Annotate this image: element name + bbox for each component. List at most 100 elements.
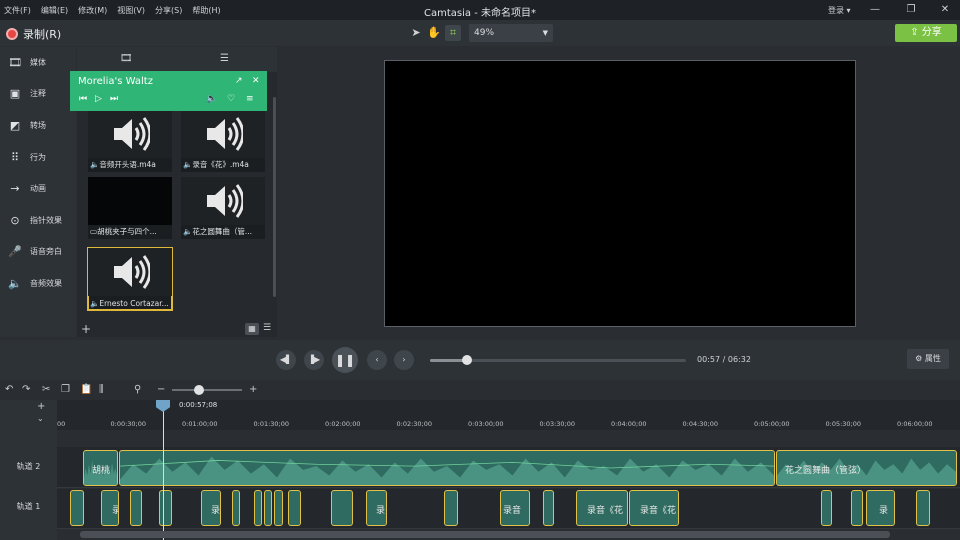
audio-clip[interactable]: 录 <box>866 490 895 526</box>
redo-icon[interactable]: ↷ <box>22 384 30 395</box>
audio-clip[interactable] <box>851 490 863 526</box>
nav-item-animations[interactable]: → 动画 <box>0 173 76 203</box>
restore-button[interactable]: ❐ <box>904 3 918 17</box>
next-track-icon[interactable]: ⏭ <box>110 94 118 104</box>
volume-icon[interactable]: 🔈 <box>206 94 217 104</box>
share-button[interactable]: ⇪ 分享 <box>895 24 957 42</box>
heart-icon[interactable]: ♡ <box>227 94 235 104</box>
bin-item[interactable]: ▭胡桃夹子与四个... <box>88 177 172 239</box>
share-icon: ⇪ <box>910 27 922 38</box>
bin-scrollbar[interactable] <box>273 97 276 297</box>
toolbar: 录制(R) ➤ ✋ ⌗ 49% ▼ ⇪ 分享 <box>0 20 960 46</box>
close-button[interactable]: ✕ <box>938 3 952 17</box>
previous-marker-icon[interactable]: ‹ <box>367 350 387 370</box>
menu-modify[interactable]: 修改(M) <box>78 5 107 16</box>
audio-clip[interactable]: 录 <box>201 490 221 526</box>
undo-icon[interactable]: ↶ <box>5 384 13 395</box>
nav-item-cursor-effects[interactable]: ⊙ 指针效果 <box>0 205 76 235</box>
nav-item-transitions[interactable]: ◩ 转场 <box>0 110 76 140</box>
bin-item[interactable]: 🔈音频开头语.m4a <box>88 110 172 172</box>
clip-label: 花之圆舞曲（管弦） <box>785 466 867 476</box>
timeline-zoom-handle[interactable] <box>194 385 204 395</box>
menu-edit[interactable]: 编辑(E) <box>41 5 68 16</box>
audio-clip[interactable] <box>444 490 458 526</box>
audio-clip[interactable]: 录音《花 <box>629 490 679 526</box>
nav-item-media[interactable]: 🎞 媒体 <box>0 47 76 77</box>
audio-clip[interactable]: 录音 <box>500 490 530 526</box>
audio-clip[interactable]: 录 <box>366 490 387 526</box>
nav-item-voice-narration[interactable]: 🎤 语音旁白 <box>0 236 76 266</box>
menu-view[interactable]: 视图(V) <box>117 5 145 16</box>
track-1-label[interactable]: 轨道 1 <box>0 501 57 512</box>
pan-tool-icon[interactable]: ✋ <box>426 25 442 41</box>
audio-clip[interactable]: 录音《花 <box>576 490 628 526</box>
chevron-down-icon[interactable]: ⌄ <box>37 414 44 423</box>
scrubber-handle[interactable] <box>462 355 473 365</box>
audio-clip[interactable]: 录 <box>101 490 119 526</box>
add-track-icon[interactable]: + <box>37 401 45 412</box>
split-icon[interactable]: ⫼ <box>99 384 104 395</box>
cut-icon[interactable]: ✂ <box>42 384 50 395</box>
nav-item-annotations[interactable]: ▣ 注释 <box>0 78 76 108</box>
zoom-in-icon[interactable]: + <box>249 384 257 395</box>
media-bin-tab-icon[interactable]: 🎞 <box>120 53 133 64</box>
track-2-label[interactable]: 轨道 2 <box>0 461 57 472</box>
audio-clip[interactable] <box>543 490 554 526</box>
nav-item-behaviors[interactable]: ⠿ 行为 <box>0 142 76 172</box>
ruler-tick-label: 0:02:00;00 <box>325 420 361 428</box>
audio-clip[interactable] <box>130 490 142 526</box>
zoom-out-icon[interactable]: − <box>157 384 165 395</box>
audio-clip[interactable] <box>821 490 832 526</box>
step-back-icon[interactable]: ◀▌ <box>276 350 296 370</box>
bin-item[interactable]: 🔈花之圆舞曲（管... <box>181 177 265 239</box>
audio-clip[interactable] <box>232 490 240 526</box>
play-icon[interactable]: ▷ <box>95 94 102 104</box>
add-media-button[interactable]: + <box>81 322 91 336</box>
audio-clip[interactable] <box>331 490 353 526</box>
crop-tool-icon[interactable]: ⌗ <box>445 25 461 41</box>
clip-label: 录 <box>376 506 386 516</box>
zoom-select[interactable]: 49% ▼ <box>469 24 553 42</box>
preview-canvas[interactable] <box>384 60 856 327</box>
pause-button[interactable]: ❚❚ <box>332 347 358 373</box>
audio-clip[interactable]: 花之圆舞曲（管弦） <box>776 450 957 486</box>
copy-icon[interactable]: ❐ <box>61 384 70 395</box>
audio-clip[interactable] <box>288 490 301 526</box>
list-view-icon[interactable]: ☰ <box>263 323 271 333</box>
audio-clip[interactable] <box>70 490 84 526</box>
paste-icon[interactable]: 📋 <box>80 384 92 395</box>
menu-bar: 文件(F) 编辑(E) 修改(M) 视图(V) 分享(S) 帮助(H) <box>0 5 231 16</box>
expand-icon[interactable]: ↗ <box>235 76 243 86</box>
audio-clip[interactable] <box>254 490 262 526</box>
minimize-button[interactable]: — <box>868 3 882 17</box>
bin-item-selected[interactable]: 🔈Ernesto Cortazar... <box>87 247 173 311</box>
properties-button[interactable]: ⚙ 属性 <box>907 349 949 369</box>
login-button[interactable]: 登录 ▾ <box>828 5 851 16</box>
playlist-icon[interactable]: ≡ <box>246 94 254 104</box>
grid-view-icon[interactable]: ▦ <box>245 323 259 335</box>
select-tool-icon[interactable]: ➤ <box>408 25 424 41</box>
menu-help[interactable]: 帮助(H) <box>192 5 220 16</box>
nav-item-audio-effects[interactable]: 🔈 音频效果 <box>0 268 76 298</box>
bin-item[interactable]: 🔈录音《花》.m4a <box>181 110 265 172</box>
close-icon[interactable]: ✕ <box>252 76 260 86</box>
audio-clip[interactable] <box>916 490 930 526</box>
audio-clip[interactable] <box>274 490 283 526</box>
playhead-line[interactable] <box>163 400 164 540</box>
audio-clip[interactable] <box>264 490 272 526</box>
timeline-scrollbar[interactable] <box>80 531 890 538</box>
audio-clip[interactable]: 胡桃 <box>83 450 118 486</box>
timeline-zoom-track[interactable] <box>172 389 242 391</box>
audio-clip[interactable] <box>119 450 775 486</box>
library-tab-icon[interactable]: ☰ <box>220 53 229 64</box>
menu-share[interactable]: 分享(S) <box>155 5 182 16</box>
step-forward-icon[interactable]: ▐▶ <box>304 350 324 370</box>
clip-label: 录 <box>112 503 118 516</box>
previous-track-icon[interactable]: ⏮ <box>79 94 87 104</box>
menu-file[interactable]: 文件(F) <box>4 5 31 16</box>
zoom-search-icon[interactable]: ⚲ <box>134 384 141 395</box>
bin-item-caption: 🔈录音《花》.m4a <box>183 160 249 169</box>
audio-clip[interactable] <box>159 490 172 526</box>
next-marker-icon[interactable]: › <box>394 350 414 370</box>
record-button[interactable]: 录制(R) <box>6 26 61 42</box>
